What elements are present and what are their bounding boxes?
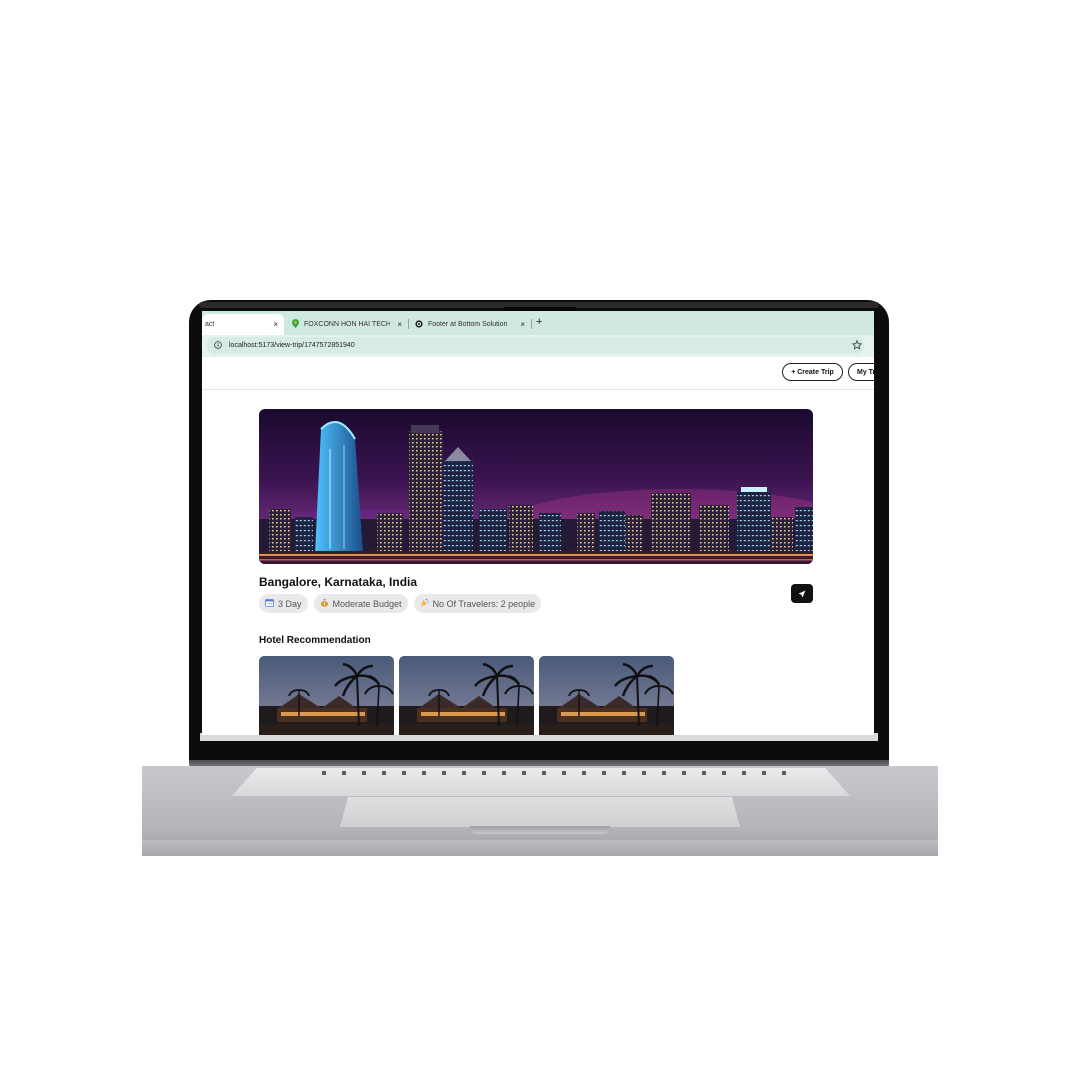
hotel-image [399, 656, 534, 735]
keyboard-key [342, 771, 346, 775]
tab-divider [531, 319, 532, 329]
hotel-section-title: Hotel Recommendation [259, 635, 371, 646]
keyboard-key [762, 771, 766, 775]
keyboard-key [722, 771, 726, 775]
money-bag-icon [320, 598, 329, 609]
keyboard-key [622, 771, 626, 775]
party-popper-icon [420, 598, 429, 609]
keyboard-key [602, 771, 606, 775]
tab-label: act [205, 321, 215, 328]
laptop-screen: act × FOXCONN HON HAI TECHNOLOGY × Foote… [202, 311, 874, 735]
keyboard-key [782, 771, 786, 775]
tab-bar: act × FOXCONN HON HAI TECHNOLOGY × Foote… [202, 311, 874, 335]
globe-icon [415, 319, 423, 330]
url-text[interactable]: localhost:5173/view-trip/1747572851940 [229, 342, 355, 349]
info-icon[interactable] [214, 341, 222, 351]
map-pin-icon [292, 319, 299, 330]
keyboard-key [522, 771, 526, 775]
app-header: + Create Trip My Trips [202, 357, 874, 390]
budget-chip-label: Moderate Budget [332, 598, 402, 609]
hotel-card[interactable] [259, 656, 394, 735]
keyboard-key [682, 771, 686, 775]
share-button[interactable] [791, 584, 813, 603]
my-trips-button[interactable]: My Trips [848, 363, 874, 381]
keyboard-key [582, 771, 586, 775]
keyboard-key [422, 771, 426, 775]
trip-location-title: Bangalore, Karnataka, India [259, 575, 418, 589]
hotel-card[interactable] [399, 656, 534, 735]
keyboard-key [502, 771, 506, 775]
lid-open-notch [470, 826, 610, 834]
keyboard-key [442, 771, 446, 775]
hotel-image [539, 656, 674, 735]
keyboard-key [322, 771, 326, 775]
keyboard-key [662, 771, 666, 775]
travelers-chip: No Of Travelers: 2 people [413, 594, 542, 613]
keyboard-key [482, 771, 486, 775]
new-tab-button[interactable]: + [536, 316, 542, 328]
send-icon [798, 585, 806, 603]
tab-footer[interactable]: Footer at Bottom Solution × [409, 314, 531, 335]
days-chip: 3 Day [259, 594, 308, 613]
destination-hero-image [259, 409, 813, 564]
travelers-chip-label: No Of Travelers: 2 people [432, 598, 536, 609]
keyboard-key [642, 771, 646, 775]
close-icon[interactable]: × [397, 320, 402, 329]
tab-foxconn[interactable]: FOXCONN HON HAI TECHNOLOGY × [286, 314, 408, 335]
keyboard-key [562, 771, 566, 775]
close-icon[interactable]: × [520, 320, 525, 329]
close-icon[interactable]: × [273, 320, 278, 329]
keyboard-key [542, 771, 546, 775]
laptop-base-front [142, 840, 938, 856]
trip-info-chips: 3 Day Moderate Budget No Of Travelers: 2… [259, 594, 542, 613]
calendar-icon [265, 598, 274, 609]
address-bar: localhost:5173/view-trip/1747572851940 [202, 335, 874, 357]
omnibox[interactable]: localhost:5173/view-trip/1747572851940 [206, 337, 864, 354]
keyboard-key [742, 771, 746, 775]
keyboard-key [382, 771, 386, 775]
bookmark-star-icon[interactable] [851, 339, 863, 353]
keyboard-key [702, 771, 706, 775]
tab-label: Footer at Bottom Solution [428, 321, 508, 328]
hotel-card[interactable] [539, 656, 674, 735]
tab-active[interactable]: act × [202, 314, 284, 335]
days-chip-label: 3 Day [278, 598, 302, 609]
trackpad [340, 797, 740, 827]
keyboard-key [362, 771, 366, 775]
keyboard-key [402, 771, 406, 775]
keyboard-key [462, 771, 466, 775]
create-trip-button[interactable]: + Create Trip [782, 363, 843, 381]
tab-label: FOXCONN HON HAI TECHNOLOGY [304, 321, 390, 328]
hotel-image [259, 656, 394, 735]
budget-chip: Moderate Budget [313, 594, 408, 613]
